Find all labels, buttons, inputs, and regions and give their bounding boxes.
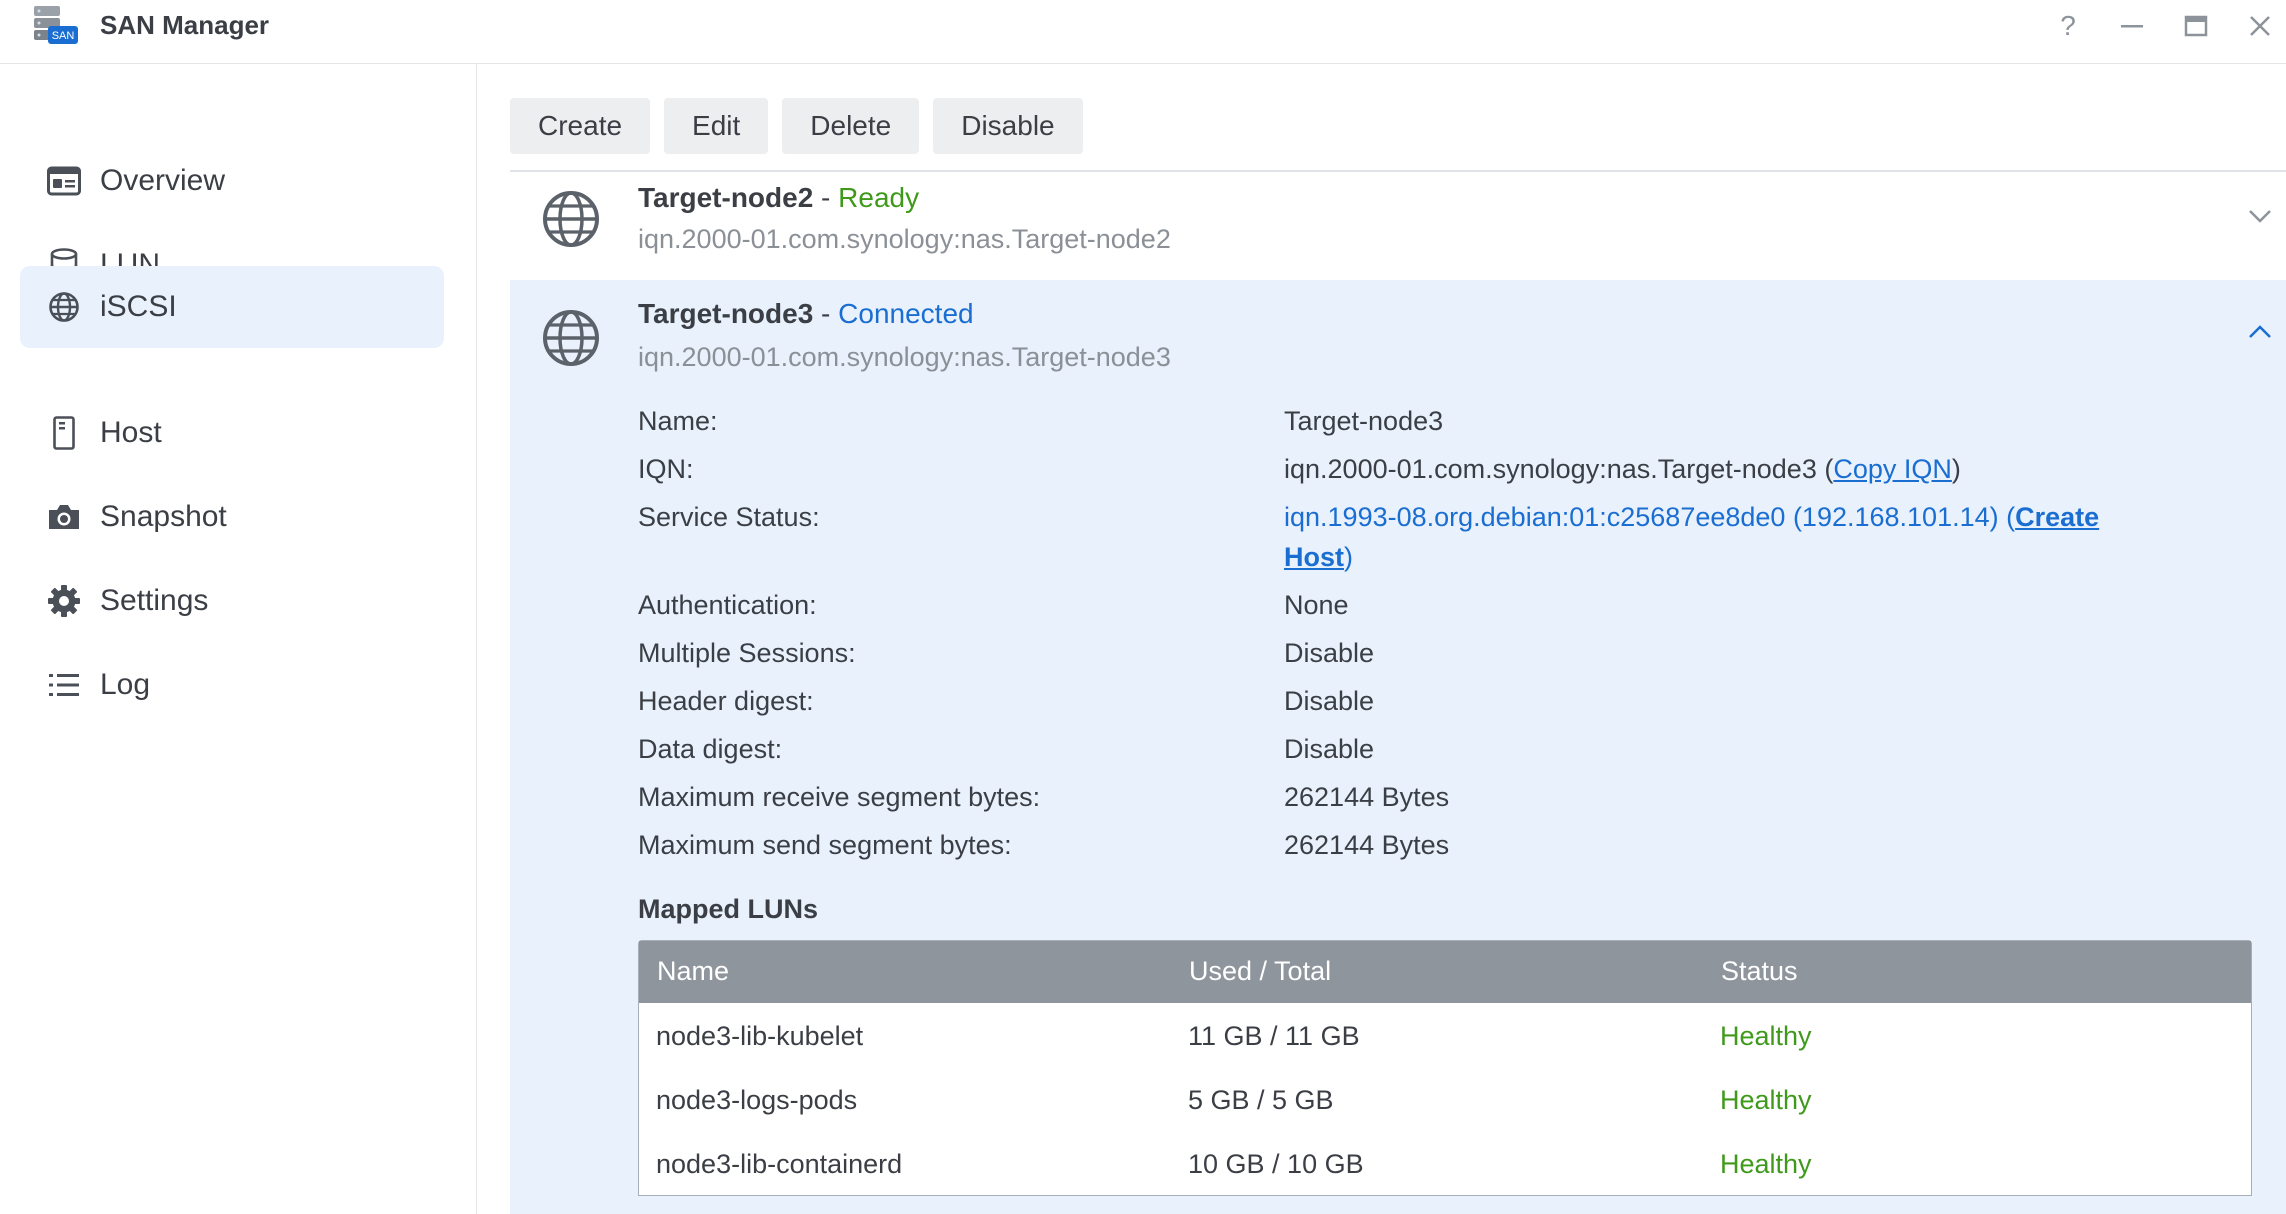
lun-status: Healthy xyxy=(1720,1021,1812,1051)
service-status-label: Service Status: xyxy=(638,502,820,532)
lun-status: Healthy xyxy=(1720,1149,1812,1179)
chevron-up-icon[interactable] xyxy=(2246,322,2274,342)
name-label: Name: xyxy=(638,406,718,436)
name-value: Target-node3 xyxy=(1284,406,1444,436)
title-bar: SAN SAN Manager ? xyxy=(0,0,2286,64)
header-digest-label: Header digest: xyxy=(638,686,814,716)
sidebar-item-label: Host xyxy=(100,416,162,449)
iqn-label: IQN: xyxy=(638,454,694,484)
mapped-luns-table: Name Used / Total Status node3-lib-kubel… xyxy=(638,940,2252,1196)
table-row[interactable]: node3-lib-kubelet 11 GB / 11 GB Healthy xyxy=(639,1003,2251,1067)
copy-iqn-link[interactable]: Copy IQN xyxy=(1833,454,1952,484)
status-badge: Ready xyxy=(838,182,920,213)
host-icon xyxy=(46,415,82,451)
create-host-link[interactable]: Create xyxy=(2015,502,2099,532)
minimize-icon[interactable] xyxy=(2112,8,2152,44)
lun-name: node3-logs-pods xyxy=(656,1085,858,1115)
sidebar-item-log[interactable]: Log xyxy=(20,644,444,726)
max-send-label: Maximum send segment bytes: xyxy=(638,830,1012,860)
svg-text:SAN: SAN xyxy=(52,30,75,42)
iqn-value-row: iqn.2000-01.com.synology:nas.Target-node… xyxy=(1284,454,1961,484)
lun-name: node3-lib-containerd xyxy=(656,1149,903,1179)
authentication-value: None xyxy=(1284,590,1349,620)
svg-text:?: ? xyxy=(2060,11,2076,41)
multiple-sessions-label: Multiple Sessions: xyxy=(638,638,856,668)
sidebar-item-snapshot[interactable]: Snapshot xyxy=(20,476,444,558)
sidebar-item-label: Log xyxy=(100,668,151,701)
sidebar-item-label: Snapshot xyxy=(100,500,227,533)
san-storage-icon: SAN xyxy=(30,4,80,48)
sidebar-item-host[interactable]: Host xyxy=(20,392,444,474)
lun-used-total: 11 GB / 11 GB xyxy=(1188,1021,1360,1051)
edit-button[interactable]: Edit xyxy=(664,98,769,154)
column-header-name[interactable]: Name xyxy=(657,956,729,987)
chevron-down-icon[interactable] xyxy=(2246,206,2274,226)
sidebar-item-label: iSCSI xyxy=(100,290,177,323)
delete-button[interactable]: Delete xyxy=(782,98,920,154)
help-icon[interactable]: ? xyxy=(2048,8,2088,44)
max-receive-label: Maximum receive segment bytes: xyxy=(638,782,1041,812)
service-status-row-cont: Host) xyxy=(1284,542,1353,572)
lun-name: node3-lib-kubelet xyxy=(656,1021,864,1051)
max-send-value: 262144 Bytes xyxy=(1284,830,1450,860)
mapped-luns-title: Mapped LUNs xyxy=(638,894,819,924)
target-iqn: iqn.2000-01.com.synology:nas.Target-node… xyxy=(638,224,1171,254)
table-row[interactable]: node3-logs-pods 5 GB / 5 GB Healthy xyxy=(639,1067,2251,1131)
status-badge: Connected xyxy=(838,298,974,329)
create-button[interactable]: Create xyxy=(510,98,651,154)
maximize-icon[interactable] xyxy=(2176,8,2216,44)
header-digest-value: Disable xyxy=(1284,686,1375,716)
camera-icon xyxy=(46,499,82,535)
list-icon xyxy=(46,667,82,703)
app-title: SAN Manager xyxy=(100,10,270,40)
sidebar-item-overview[interactable]: Overview xyxy=(20,140,444,222)
disable-button[interactable]: Disable xyxy=(933,98,1083,154)
sidebar-item-label: Settings xyxy=(100,584,209,617)
table-header: Name Used / Total Status xyxy=(639,941,2251,1003)
title-separator: - xyxy=(813,298,839,329)
column-header-used-total[interactable]: Used / Total xyxy=(1189,956,1331,987)
column-header-status[interactable]: Status xyxy=(1721,956,1798,987)
authentication-label: Authentication: xyxy=(638,590,817,620)
target-iqn: iqn.2000-01.com.synology:nas.Target-node… xyxy=(638,342,1171,372)
globe-icon xyxy=(542,309,600,367)
multiple-sessions-value: Disable xyxy=(1284,638,1375,668)
lun-status: Healthy xyxy=(1720,1085,1812,1115)
gear-icon xyxy=(46,583,82,619)
toolbar: Create Edit Delete Disable xyxy=(510,98,1083,154)
data-digest-label: Data digest: xyxy=(638,734,783,764)
overview-icon xyxy=(46,163,82,199)
table-row[interactable]: node3-lib-containerd 10 GB / 10 GB Healt… xyxy=(639,1131,2251,1195)
target-title: Target-node3 - Connected xyxy=(638,298,974,330)
sidebar: Overview LUN iSCSI Host Snapshot Setting… xyxy=(0,64,477,1214)
target-name: Target-node2 xyxy=(638,182,814,213)
close-icon[interactable] xyxy=(2240,8,2280,44)
main-content: Create Edit Delete Disable Target-node2 … xyxy=(477,64,2286,1214)
target-name: Target-node3 xyxy=(638,298,814,329)
max-receive-value: 262144 Bytes xyxy=(1284,782,1450,812)
target-item-node3[interactable]: Target-node3 - Connected iqn.2000-01.com… xyxy=(510,280,2286,1214)
sidebar-item-label: Overview xyxy=(100,164,226,197)
service-status-row: iqn.1993-08.org.debian:01:c25687ee8de0 (… xyxy=(1284,502,2100,532)
sidebar-item-settings[interactable]: Settings xyxy=(20,560,444,642)
iqn-value: iqn.2000-01.com.synology:nas.Target-node… xyxy=(1284,454,1817,484)
create-host-link[interactable]: Host xyxy=(1284,542,1344,572)
lun-used-total: 10 GB / 10 GB xyxy=(1188,1149,1364,1179)
data-digest-value: Disable xyxy=(1284,734,1375,764)
globe-icon xyxy=(46,289,82,325)
target-title: Target-node2 - Ready xyxy=(638,182,919,214)
lun-used-total: 5 GB / 5 GB xyxy=(1188,1085,1334,1115)
sidebar-item-iscsi[interactable]: iSCSI xyxy=(20,266,444,348)
globe-icon xyxy=(542,190,600,248)
service-status-value: iqn.1993-08.org.debian:01:c25687ee8de0 (… xyxy=(1284,502,1999,532)
title-separator: - xyxy=(813,182,839,213)
